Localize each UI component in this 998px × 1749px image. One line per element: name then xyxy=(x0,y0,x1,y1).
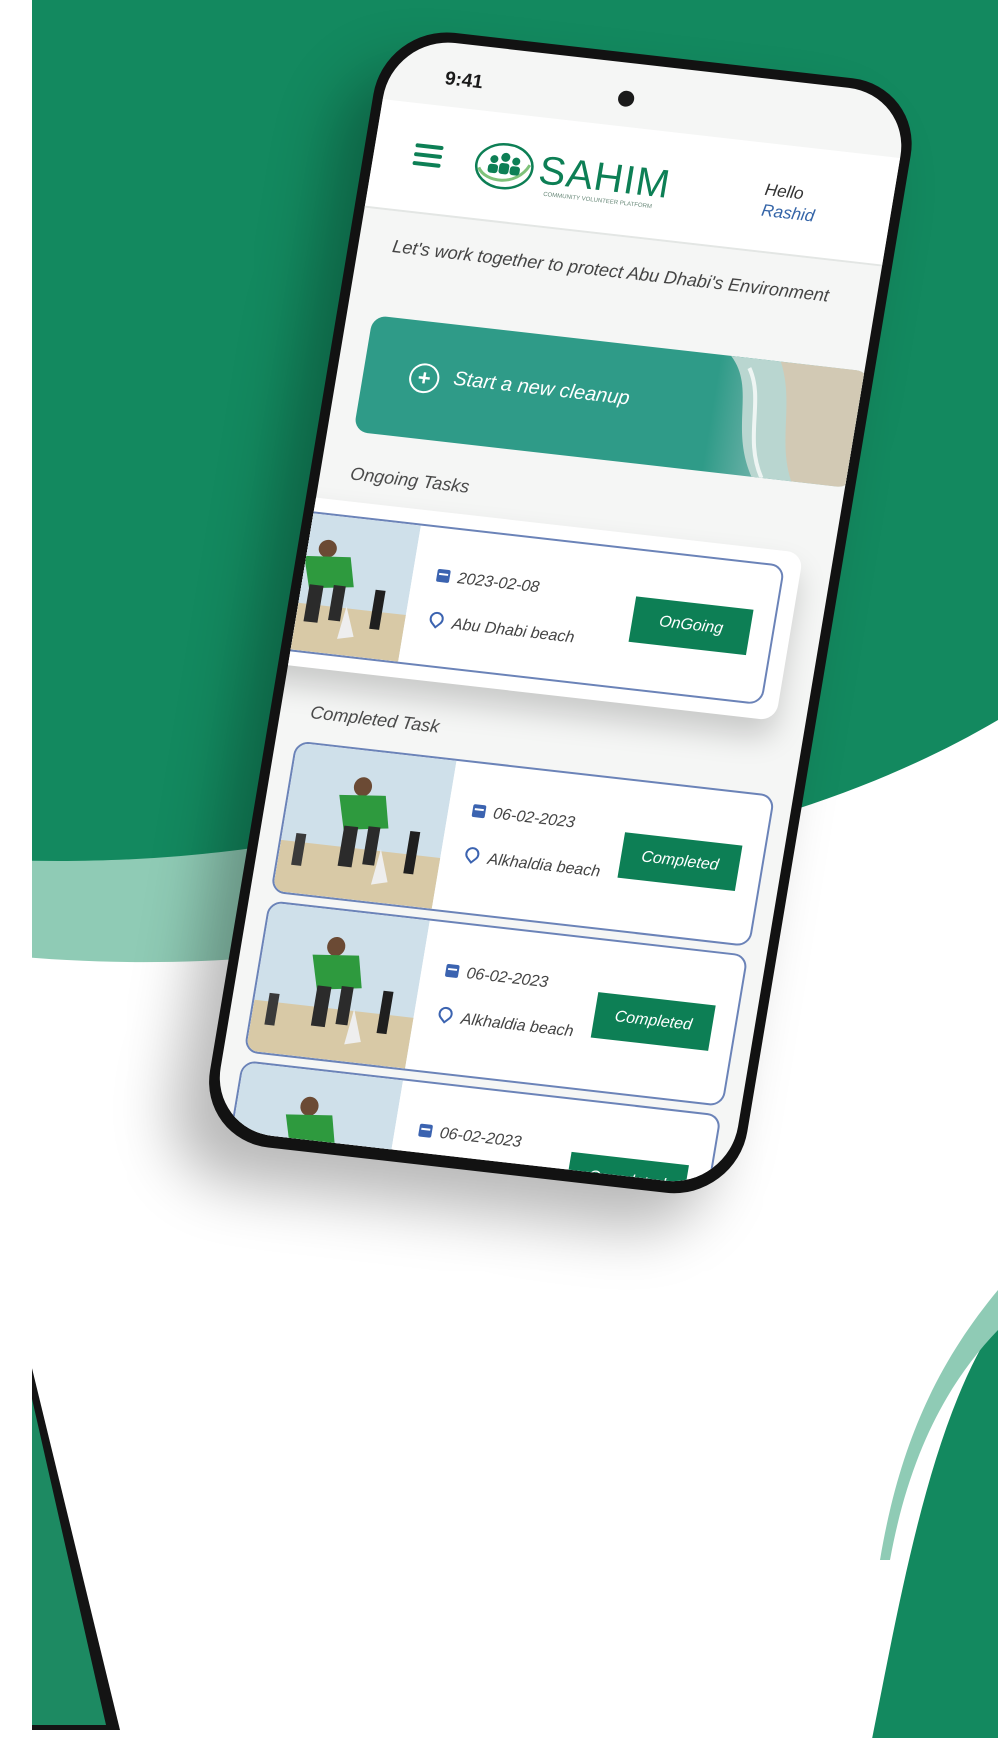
cleanup-photo xyxy=(272,742,457,909)
user-greeting: Hello Rashid xyxy=(760,179,820,226)
task-location: Abu Dhabi beach xyxy=(426,609,576,647)
location-pin-icon xyxy=(462,844,483,864)
location-pin-icon xyxy=(435,1004,456,1024)
calendar-icon xyxy=(471,803,487,819)
task-date: 06-02-2023 xyxy=(444,963,549,992)
task-date: 06-02-2023 xyxy=(471,803,576,832)
left-margin xyxy=(0,0,32,1749)
camera-hole xyxy=(616,89,636,108)
bottom-margin xyxy=(0,1738,998,1749)
sahim-logo: SAHIM xyxy=(469,134,675,214)
calendar-icon xyxy=(444,963,460,979)
ongoing-tasks-title: Ongoing Tasks xyxy=(348,463,471,497)
completed-status-button[interactable]: Completed xyxy=(617,832,743,892)
ongoing-status-button[interactable]: OnGoing xyxy=(628,596,754,656)
task-location: Alkhaldia beach xyxy=(435,1004,576,1041)
completed-task-title: Completed Task xyxy=(308,702,441,737)
start-cleanup-button[interactable]: + Start a new cleanup xyxy=(353,315,871,489)
add-circle-icon: + xyxy=(406,361,442,395)
location-pin-icon xyxy=(426,609,447,629)
task-location: Alkhaldia beach xyxy=(462,844,602,881)
menu-icon[interactable] xyxy=(412,143,444,168)
task-date: 06-02-2023 xyxy=(417,1123,523,1152)
calendar-icon xyxy=(435,568,451,584)
cleanup-photo xyxy=(245,902,430,1069)
completed-status-button[interactable]: Completed xyxy=(590,992,716,1051)
status-time: 9:41 xyxy=(443,68,485,94)
calendar-icon xyxy=(418,1123,434,1138)
beach-image xyxy=(731,355,871,489)
task-date: 2023-02-08 xyxy=(435,568,540,597)
cta-label: Start a new cleanup xyxy=(451,367,632,410)
logo-icon xyxy=(474,143,534,190)
